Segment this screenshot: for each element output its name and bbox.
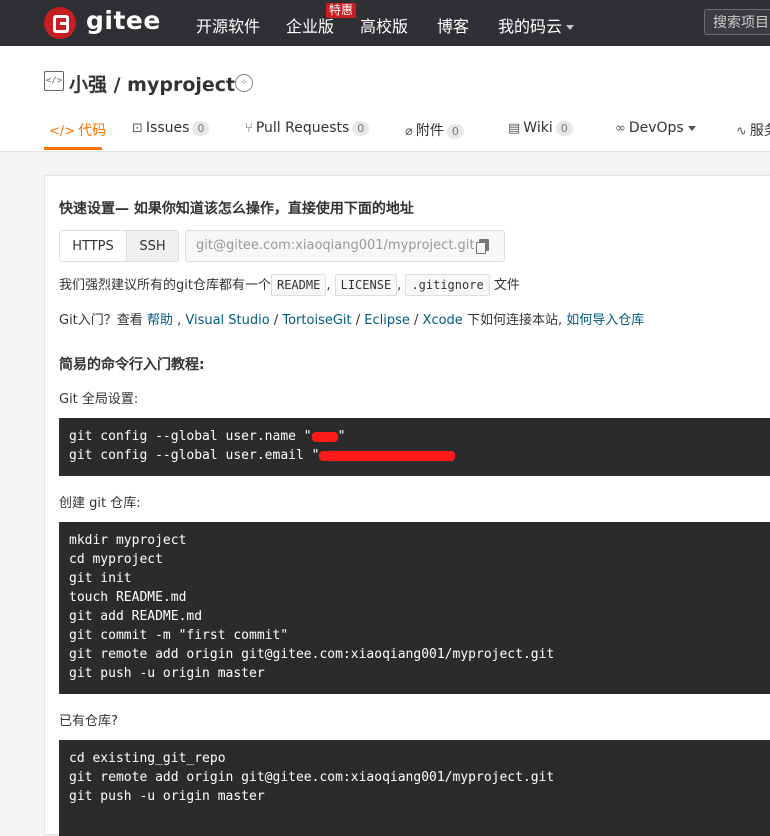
help-line: Git入门？查看 帮助 , Visual Studio / TortoiseGi…: [59, 313, 645, 328]
recommend-prefix: 我们强烈建议所有的git仓库都有一个: [59, 278, 271, 293]
clone-url-text: git@gitee.com:xiaoqiang001/myproject.git: [196, 238, 475, 253]
help-middle: 下如何连接本站,: [466, 313, 563, 328]
existing-repo-code-block: cd existing_git_repo git remote add orig…: [59, 740, 770, 836]
code-icon: </>: [49, 124, 76, 139]
repo-badge-icon[interactable]: ✧: [235, 74, 253, 92]
tab-wiki-label: Wiki: [523, 120, 553, 136]
service-icon: ∿: [736, 124, 747, 139]
tab-service[interactable]: ∿服务: [736, 120, 770, 140]
https-button[interactable]: HTTPS: [59, 230, 127, 262]
code-line: git remote add origin git@gitee.com:xiao…: [69, 647, 555, 662]
tab-devops[interactable]: ∞ DevOps: [615, 120, 696, 136]
code-line-text: git config --global user.email ": [69, 448, 320, 463]
code-line: mkdir myproject: [69, 533, 187, 548]
tab-issues-label: Issues: [145, 120, 190, 136]
code-line: git config --global user.name " ": [69, 427, 770, 446]
code-line: git commit -m "first commit": [69, 628, 289, 643]
issues-count-badge: 0: [192, 121, 210, 136]
tab-service-label: 服务: [749, 123, 770, 139]
code-line: git config --global user.email ": [69, 446, 770, 465]
gitee-logo-icon[interactable]: [44, 7, 76, 39]
readme-tag[interactable]: README: [270, 274, 327, 296]
tab-wiki[interactable]: ▤ Wiki 0: [508, 120, 573, 136]
attachment-icon: ⌀: [405, 124, 413, 139]
chevron-down-icon: [687, 125, 696, 131]
eclipse-link[interactable]: Eclipse: [364, 313, 410, 328]
create-repo-code-block: mkdir myproject cd myproject git init to…: [59, 522, 770, 694]
attachments-count-badge: 0: [446, 124, 464, 139]
recommend-text: 我们强烈建议所有的git仓库都有一个 README, LICENSE, .giti…: [59, 274, 520, 297]
ssh-button[interactable]: SSH: [126, 230, 179, 262]
nav-item-my-gitee-label: 我的码云: [498, 17, 563, 36]
code-line-suffix: ": [337, 429, 346, 444]
visual-studio-link[interactable]: Visual Studio: [185, 313, 269, 328]
copy-icon[interactable]: [476, 239, 489, 254]
nav-item-blog[interactable]: 博客: [437, 13, 469, 37]
global-settings-label: Git 全局设置:: [59, 392, 139, 407]
create-repo-label: 创建 git 仓库:: [59, 496, 141, 511]
redacted-mark: [319, 450, 456, 461]
clone-url-field[interactable]: git@gitee.com:xiaoqiang001/myproject.git: [185, 230, 505, 262]
quick-setup-panel: 快速设置— 如果你知道该怎么操作，直接使用下面的地址 HTTPS SSH git…: [44, 175, 770, 836]
active-tab-indicator: [44, 147, 102, 150]
tab-issues[interactable]: ⊡ Issues 0: [132, 120, 210, 136]
help-link[interactable]: 帮助: [147, 313, 173, 328]
repo-header: </> 小强 / myproject ✧ </> 代码 ⊡ Issues 0 ⑂ Pul…: [0, 46, 770, 152]
logo-text[interactable]: gitee: [86, 6, 161, 35]
tutorial-title: 简易的命令行入门教程:: [59, 357, 205, 373]
tab-attachments[interactable]: ⌀ 附件 0: [405, 120, 464, 140]
top-navbar: gitee 开源软件 企业版 特惠 高校版 博客 我的码云 搜索项目: [0, 0, 770, 46]
import-repo-link[interactable]: 如何导入仓库: [566, 313, 644, 328]
issues-icon: ⊡: [132, 121, 143, 136]
tab-code-label: 代码: [78, 123, 107, 139]
quick-setup-title: 快速设置— 如果你知道该怎么操作，直接使用下面的地址: [59, 201, 414, 217]
help-prefix: Git入门？查看: [59, 313, 143, 328]
tab-attachments-label: 附件: [415, 123, 444, 139]
tab-pull-requests[interactable]: ⑂ Pull Requests 0: [245, 120, 370, 136]
devops-icon: ∞: [615, 121, 626, 136]
global-settings-code-block: git config --global user.name " " git con…: [59, 418, 770, 476]
code-line: cd myproject: [69, 552, 163, 567]
nav-item-my-gitee[interactable]: 我的码云: [498, 13, 575, 37]
tab-devops-label: DevOps: [628, 120, 684, 136]
repo-title[interactable]: 小强 / myproject: [69, 70, 235, 97]
wiki-count-badge: 0: [555, 121, 573, 136]
existing-repo-label: 已有仓库?: [59, 714, 118, 729]
tab-pull-requests-label: Pull Requests: [255, 120, 350, 136]
code-line: git push -u origin master: [69, 666, 265, 681]
pull-requests-count-badge: 0: [352, 121, 370, 136]
code-line-text: git config --global user.name ": [69, 429, 312, 444]
tab-code[interactable]: </> 代码: [49, 120, 106, 140]
wiki-icon: ▤: [508, 121, 521, 136]
search-input[interactable]: 搜索项目: [704, 9, 770, 35]
xcode-link[interactable]: Xcode: [423, 313, 463, 328]
pull-request-icon: ⑂: [245, 121, 253, 136]
nav-item-education[interactable]: 高校版: [360, 13, 408, 37]
code-line: cd existing_git_repo: [69, 751, 226, 766]
code-line: git init: [69, 571, 132, 586]
code-line: git push -u origin master: [69, 789, 265, 804]
hot-badge: 特惠: [326, 3, 357, 18]
chevron-down-icon: [566, 25, 575, 30]
code-line: touch README.md: [69, 590, 187, 605]
license-tag[interactable]: LICENSE: [334, 274, 398, 296]
gitignore-tag[interactable]: .gitignore: [405, 274, 490, 296]
code-line: git remote add origin git@gitee.com:xiao…: [69, 770, 555, 785]
code-line: git add README.md: [69, 609, 203, 624]
recommend-suffix: 文件: [493, 278, 520, 293]
nav-item-open-source[interactable]: 开源软件: [196, 13, 260, 37]
repo-code-icon: </>: [44, 71, 64, 91]
redacted-mark: [311, 431, 338, 442]
tortoisegit-link[interactable]: TortoiseGit: [282, 313, 351, 328]
